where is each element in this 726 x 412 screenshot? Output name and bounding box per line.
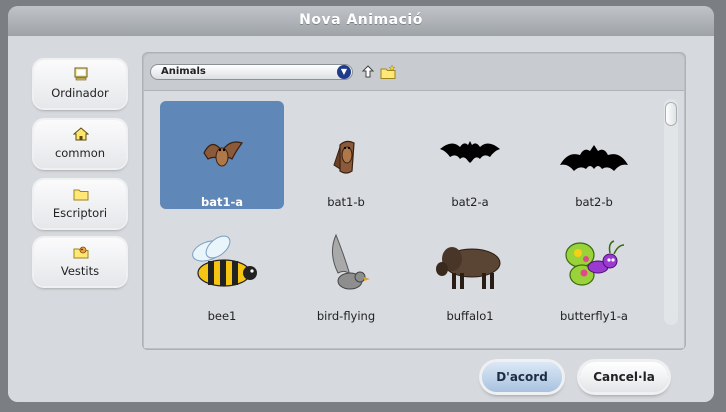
ok-button[interactable]: D'acord [482, 362, 562, 392]
folder-icon [73, 189, 89, 201]
sidebar-item-label: Vestits [60, 264, 100, 278]
sprite-name: bat2-a [451, 195, 489, 209]
bat-silhouette-thumbnail [440, 141, 500, 163]
dialog-body: Ordinador common Escriptori Vestits Anim… [8, 36, 714, 402]
scrollbar[interactable] [664, 99, 678, 325]
sidebar-item-label: Ordinador [51, 86, 109, 100]
bird-thumbnail [332, 233, 370, 290]
buffalo-thumbnail [436, 247, 501, 289]
sprite-item[interactable]: bat2-a [408, 101, 532, 209]
new-folder-icon[interactable] [380, 64, 396, 80]
folder-select[interactable]: Animals ▼ [150, 64, 353, 80]
sprite-grid: bat1-a bat1-b bat2-a bat2-b bee1 bird-fl… [144, 91, 684, 348]
home-icon [73, 127, 89, 141]
sidebar-item-desktop[interactable]: Escriptori [34, 180, 126, 228]
butterfly-thumbnail [565, 240, 625, 286]
new-sprite-dialog: Nova Animació Ordinador common Escriptor… [8, 6, 714, 402]
bee-thumbnail [192, 235, 257, 287]
bat-thumbnail [203, 141, 243, 167]
computer-icon [74, 67, 88, 81]
sidebar-item-computer[interactable]: Ordinador [34, 60, 126, 108]
sidebar-item-common[interactable]: common [34, 120, 126, 168]
sidebar-item-label: Escriptori [52, 206, 108, 220]
sprite-name: bat1-a [200, 195, 244, 209]
title-bar[interactable]: Nova Animació [8, 6, 714, 36]
scrollbar-thumb[interactable] [666, 103, 676, 125]
sprite-item[interactable]: bat1-b [284, 101, 408, 209]
sprite-item[interactable]: bat1-a [160, 101, 284, 209]
browser-toolbar: Animals ▼ [144, 54, 684, 91]
sprite-name: bat2-b [575, 195, 613, 209]
sprite-item[interactable]: butterfly1-a [532, 215, 656, 323]
file-browser: Animals ▼ bat1-a bat1-b bat2-a bat2-b be… [142, 52, 686, 350]
sprite-item[interactable]: bird-flying [284, 215, 408, 323]
bat-silhouette-thumbnail [560, 145, 628, 171]
sprite-item[interactable]: bee1 [160, 215, 284, 323]
costumes-icon [73, 246, 89, 259]
sprite-name: bird-flying [316, 309, 376, 323]
sprite-name: bee1 [207, 309, 237, 323]
sprite-name: buffalo1 [446, 309, 494, 323]
up-folder-icon[interactable] [360, 64, 376, 80]
sprite-name: butterfly1-a [560, 309, 628, 323]
sprite-item[interactable]: bat2-b [532, 101, 656, 209]
sprite-name: bat1-b [327, 195, 365, 209]
bat-thumbnail [333, 140, 355, 174]
dialog-title: Nova Animació [299, 12, 423, 28]
sidebar-item-costumes[interactable]: Vestits [34, 238, 126, 286]
chevron-down-icon: ▼ [337, 65, 351, 79]
cancel-button[interactable]: Cancel·la [580, 362, 668, 392]
sidebar-item-label: common [54, 146, 106, 160]
sprite-item[interactable]: buffalo1 [408, 215, 532, 323]
folder-select-value: Animals [161, 66, 206, 77]
